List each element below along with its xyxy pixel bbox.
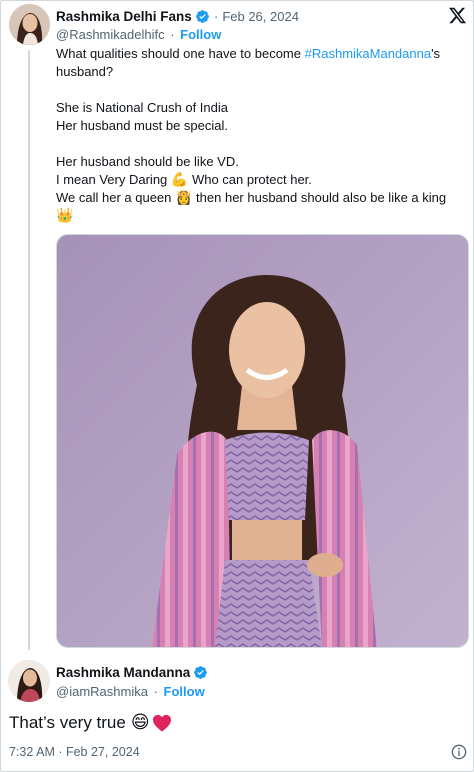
reply-follow-button[interactable]: Follow bbox=[164, 684, 205, 699]
author-name[interactable]: Rashmika Delhi Fans bbox=[56, 9, 192, 24]
tweet-body: What qualities should one have to become… bbox=[56, 45, 466, 225]
tweet-line: Her husband must be special. bbox=[56, 118, 228, 133]
handle-row: @Rashmikadelhifc · Follow bbox=[56, 27, 222, 42]
reply-body: That’s very true 😄 bbox=[9, 712, 172, 733]
tweet-line: We call her a queen 👸 then her husband s… bbox=[56, 190, 447, 206]
reply-author-name[interactable]: Rashmika Mandanna bbox=[56, 665, 190, 680]
tweet-line: I mean Very Daring 💪 Who can protect her… bbox=[56, 172, 312, 188]
flexed-biceps-emoji: 💪 bbox=[170, 172, 189, 188]
crown-emoji: 👑 bbox=[56, 208, 74, 224]
avatar-rashmika-delhi-fans[interactable] bbox=[9, 4, 50, 45]
tweet-line: She is National Crush of India bbox=[56, 100, 228, 115]
verified-badge-icon bbox=[195, 9, 209, 23]
reply-handle-row: @iamRashmika · Follow bbox=[56, 684, 205, 699]
thread-connector-line bbox=[28, 50, 30, 650]
reply-author-handle[interactable]: @iamRashmika bbox=[56, 684, 148, 699]
author-handle[interactable]: @Rashmikadelhifc bbox=[56, 27, 165, 42]
tweet-header: Rashmika Delhi Fans · Feb 26, 2024 bbox=[56, 8, 299, 24]
reply-header: Rashmika Mandanna bbox=[56, 663, 208, 681]
grinning-emoji: 😄 bbox=[130, 712, 150, 733]
tweet-date[interactable]: Feb 26, 2024 bbox=[222, 9, 299, 24]
tweet-line: Her husband should be like VD. bbox=[56, 154, 239, 169]
x-logo-icon[interactable] bbox=[448, 6, 467, 25]
info-icon[interactable] bbox=[451, 744, 467, 760]
reply-timestamp[interactable]: 7:32 AM · Feb 27, 2024 bbox=[9, 745, 140, 759]
reply-text: That’s very true bbox=[9, 712, 126, 732]
follow-button[interactable]: Follow bbox=[180, 27, 221, 42]
hashtag-link[interactable]: #RashmikaMandanna bbox=[305, 46, 431, 61]
tweet-line: What qualities should one have to become… bbox=[56, 46, 441, 61]
avatar-rashmika-mandanna[interactable] bbox=[8, 660, 50, 702]
red-heart-icon bbox=[152, 714, 171, 732]
tweet-line: 👑 bbox=[56, 207, 466, 225]
tweet-photo[interactable] bbox=[56, 234, 469, 648]
verified-badge-icon bbox=[194, 665, 208, 679]
tweet-line: husband? bbox=[56, 64, 114, 79]
princess-emoji: 👸 bbox=[175, 190, 193, 206]
